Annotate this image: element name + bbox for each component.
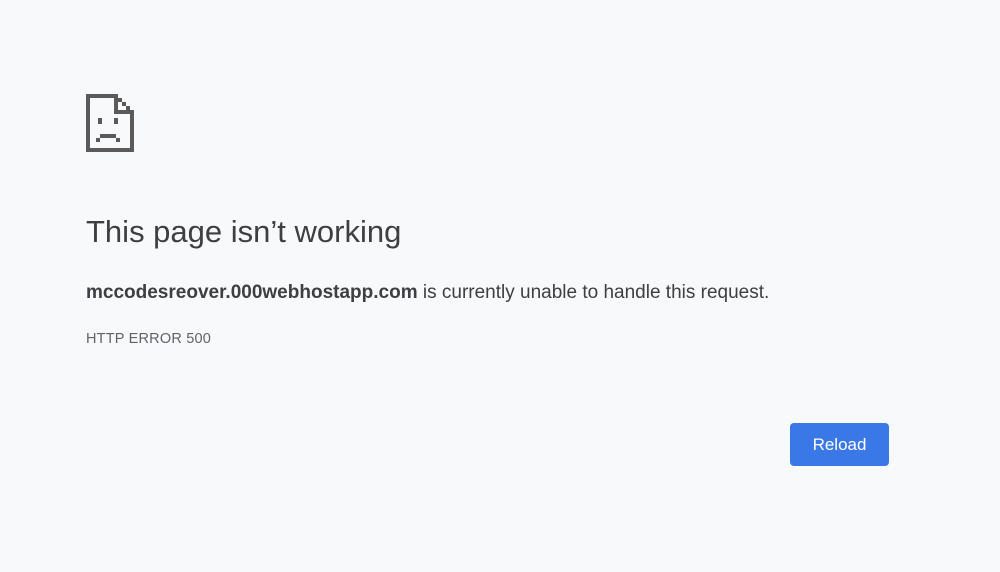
error-code: HTTP ERROR 500 xyxy=(86,331,212,347)
host-name: mccodesreover.000webhostapp.com xyxy=(86,282,418,303)
sad-page-icon xyxy=(86,94,134,152)
error-page: This page isn’t working mccodesreover.00… xyxy=(0,0,1000,572)
error-summary: mccodesreover.000webhostapp.com is curre… xyxy=(86,281,769,305)
page-title: This page isn’t working xyxy=(86,214,402,249)
reload-button[interactable]: Reload xyxy=(790,423,889,466)
summary-text: is currently unable to handle this reque… xyxy=(417,282,770,303)
